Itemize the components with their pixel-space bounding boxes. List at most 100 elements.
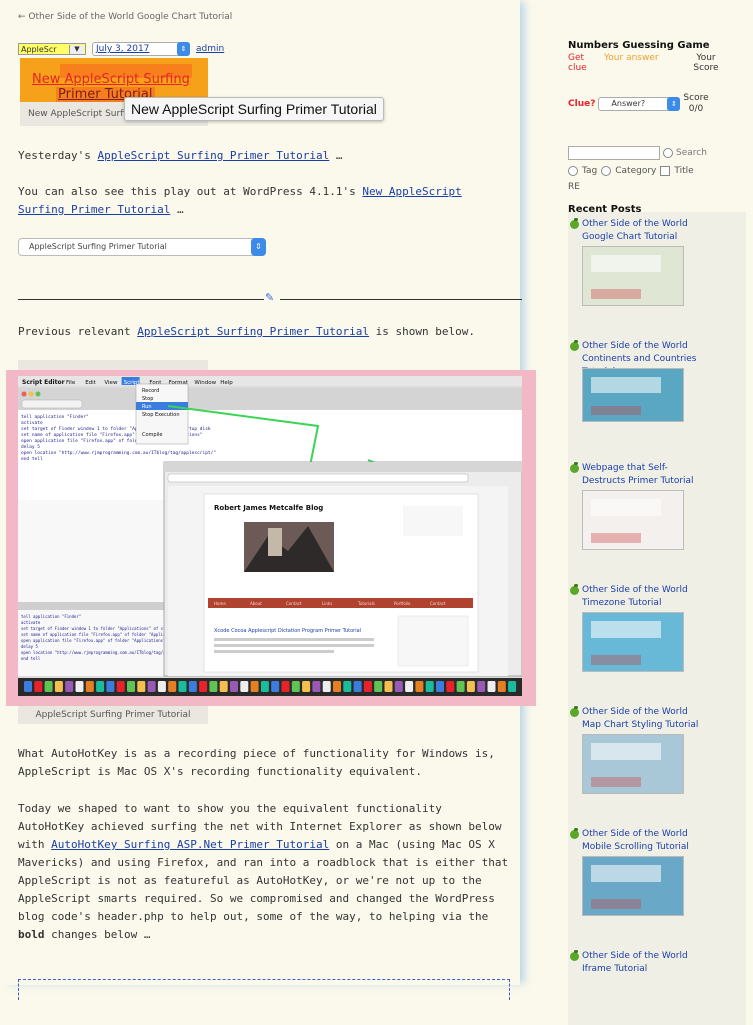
- recent-post-link[interactable]: Webpage that Self-Destructs Primer Tutor…: [582, 462, 702, 488]
- recent-post-thumbnail[interactable]: [582, 856, 684, 916]
- dock-app-icon: [188, 681, 197, 692]
- dock-app-icon: [209, 681, 218, 692]
- shot-blog-title: Robert James Metcalfe Blog: [214, 504, 323, 512]
- dock-app-icon: [302, 681, 311, 692]
- tag-label: Tag: [582, 166, 598, 176]
- shot-code-line-copy: set name of application file "Firefox.ap…: [21, 632, 182, 637]
- shot-app-name: Script Editor: [22, 379, 65, 386]
- search-label: Search: [676, 148, 707, 158]
- tutorial-image-frame[interactable]: Script Editor File Edit View Script Font Form…: [6, 370, 536, 706]
- shot-blog-menu-item: Portfolio: [394, 601, 411, 606]
- date-select[interactable]: July 3, 2017 ⇕: [92, 42, 190, 56]
- shot-script-menu-item: Compile: [142, 432, 162, 438]
- category-select[interactable]: AppleScr ▼: [18, 43, 86, 55]
- recent-post-link[interactable]: Other Side of the World Map Chart Stylin…: [582, 706, 702, 732]
- chevron-updown-icon: ⇕: [667, 97, 681, 111]
- tag-radio[interactable]: [568, 166, 578, 176]
- dock-app-icon: [137, 681, 146, 692]
- dock-app-icon: [178, 681, 187, 692]
- category-radio[interactable]: [601, 166, 612, 176]
- get-clue-label: Get clue: [568, 53, 587, 73]
- p2-suffix: …: [170, 203, 184, 216]
- autohotkey-tutorial-link[interactable]: AutoHotKey Surfing ASP.Net Primer Tutori…: [51, 838, 329, 851]
- recent-post-thumbnail[interactable]: [582, 368, 684, 422]
- answer-select-value: Answer?: [611, 99, 646, 108]
- p3-suffix: is shown below.: [369, 325, 475, 338]
- shot-script-menu-item: Stop: [142, 396, 153, 402]
- dock-app-icon: [219, 681, 228, 692]
- leaf-bullet-icon: [570, 218, 579, 229]
- recent-post-link[interactable]: Other Side of the World Timezone Tutoria…: [582, 584, 702, 610]
- recent-posts-list: Other Side of the World Google Chart Tut…: [568, 212, 746, 1025]
- shot-post-title: Xcode Cocoa Applescript Dictation Progra…: [214, 628, 361, 634]
- applescript-tutorial-link[interactable]: AppleScript Surfing Primer Tutorial: [97, 149, 329, 162]
- recent-post-link[interactable]: Other Side of the World Mobile Scrolling…: [582, 828, 702, 854]
- answer-select[interactable]: Answer? ⇕: [598, 97, 681, 111]
- thumb-detail: [591, 898, 641, 909]
- dock-app-icon: [44, 681, 53, 692]
- your-answer-label: Your answer: [604, 53, 659, 63]
- breadcrumb-link[interactable]: ← Other Side of the World Google Chart T…: [18, 12, 232, 22]
- dock-app-icon: [394, 681, 403, 692]
- post-dropdown-value: AppleScript Surfing Primer Tutorial: [29, 242, 167, 251]
- p2-prefix: You can also see this play out at WordPr…: [18, 185, 363, 198]
- tutorial-screenshot[interactable]: Script Editor File Edit View Script Font Form…: [18, 376, 522, 696]
- game-title: Numbers Guessing Game: [568, 40, 710, 51]
- title-checkbox[interactable]: [660, 166, 671, 176]
- clue-button[interactable]: Clue?: [568, 99, 595, 109]
- dock-app-icon: [343, 681, 352, 692]
- dock-app-icon: [456, 681, 465, 692]
- recent-post-thumbnail[interactable]: [582, 612, 684, 672]
- dock-app-icon: [363, 681, 372, 692]
- search-radio[interactable]: [663, 148, 673, 158]
- shot-menu-item: File: [66, 380, 76, 386]
- post-dropdown[interactable]: AppleScript Surfing Primer Tutorial ⇕: [18, 238, 266, 256]
- shot-code-line: open location "http://www.rjmprogramming…: [21, 450, 216, 456]
- sidebar: Numbers Guessing Game Get clue Your answ…: [568, 40, 746, 1025]
- thumb-detail: [591, 255, 661, 273]
- dock-app-icon: [24, 681, 32, 692]
- date-link[interactable]: July 3, 2017: [96, 44, 149, 54]
- recent-post-link[interactable]: Other Side of the World Google Chart Tut…: [582, 218, 702, 244]
- dock-app-icon: [466, 681, 475, 692]
- author-link[interactable]: admin: [196, 44, 224, 54]
- shot-code-line: activate: [21, 420, 43, 426]
- thumb-detail: [591, 405, 641, 415]
- search-input[interactable]: [568, 146, 660, 160]
- hover-preview-box: New AppleScript Surfing Primer Tutorial: [20, 58, 208, 102]
- shot-blog-menu-item: Tutorials: [357, 601, 375, 606]
- dock-app-icon: [271, 681, 280, 692]
- paragraph-autohotkey: What AutoHotKey is as a recording piece …: [18, 747, 495, 778]
- search-row: Search: [568, 146, 707, 160]
- shot-blog-menu-item: About: [250, 601, 262, 606]
- dock-app-icon: [260, 681, 269, 692]
- shot-blog-menu-item: Contact: [430, 601, 446, 606]
- recent-post-thumbnail[interactable]: [582, 246, 684, 306]
- paragraph-yesterday: Yesterday's AppleScript Surfing Primer T…: [18, 147, 514, 165]
- dock-app-icon: [487, 681, 496, 692]
- dock-app-icon: [127, 681, 135, 692]
- preview-link-line1[interactable]: New AppleScript Surfing: [32, 72, 190, 87]
- dock-app-icon: [446, 681, 455, 692]
- pen-icon: ✎: [265, 291, 275, 304]
- chevron-updown-icon: ⇕: [177, 42, 190, 56]
- post-meta: AppleScr ▼ July 3, 2017 ⇕ admin: [18, 42, 224, 56]
- shot-code-line-copy: open application file "Firefox.app" of f…: [21, 638, 166, 643]
- recent-post-link[interactable]: Other Side of the World Iframe Tutorial: [582, 950, 702, 976]
- leaf-bullet-icon: [570, 950, 579, 961]
- recent-post-thumbnail[interactable]: [582, 490, 684, 550]
- dock-app-icon: [240, 681, 249, 692]
- shot-code-line: tell application "Finder": [21, 414, 89, 420]
- code-block: [18, 979, 510, 1000]
- previous-tutorial-link[interactable]: AppleScript Surfing Primer Tutorial: [137, 325, 369, 338]
- dock-app-icon: [436, 681, 444, 692]
- thumb-detail: [591, 743, 661, 761]
- dock-app-icon: [250, 681, 259, 692]
- recent-post-thumbnail[interactable]: [582, 734, 684, 794]
- dock-app-icon: [353, 681, 362, 692]
- shot-menu-item: Help: [220, 380, 233, 386]
- dock-app-icon: [96, 681, 105, 692]
- shot-menu-item: Window: [194, 380, 216, 386]
- dock-app-icon: [230, 681, 238, 692]
- thumb-detail: [591, 288, 641, 299]
